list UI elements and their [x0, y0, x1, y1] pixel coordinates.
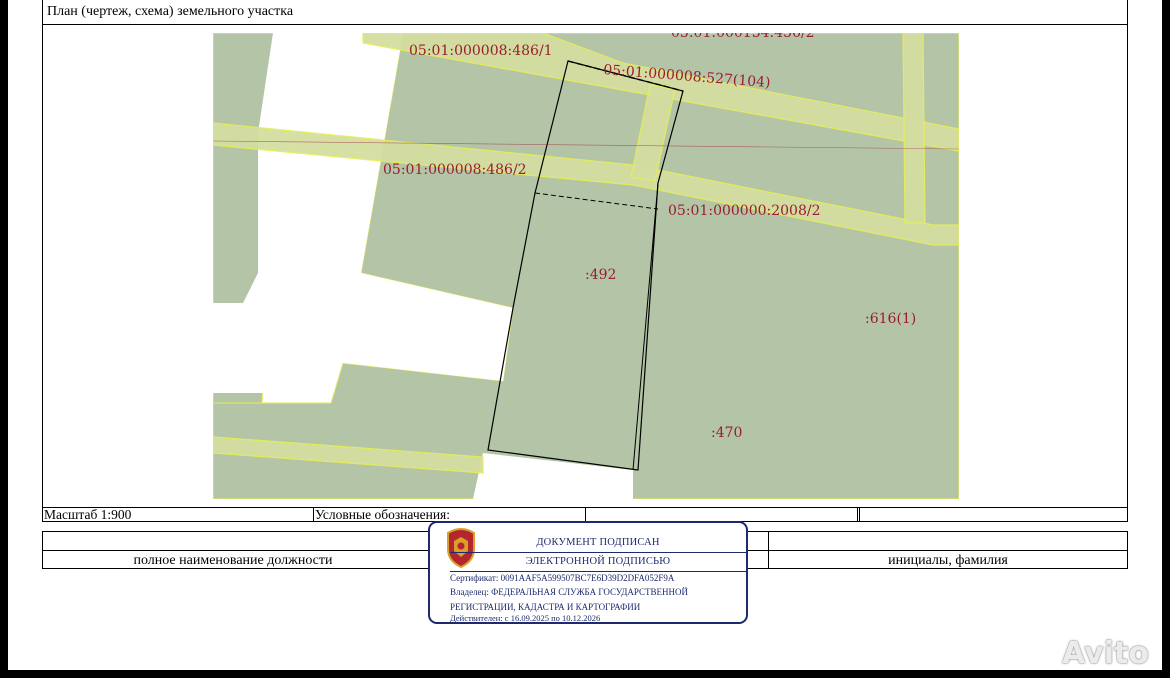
stamp-line2: ЭЛЕКТРОННОЙ ПОДПИСЬЮ [525, 556, 671, 567]
label-2008: 05:01:000000:2008/2 [668, 203, 820, 219]
cadastral-map: 05:01:000008:486/1 05:01:000154:456/2 05… [213, 33, 959, 499]
stamp-line1: ДОКУМЕНТ ПОДПИСАН [536, 537, 660, 548]
label-492: :492 [585, 267, 616, 283]
parcel-areas [213, 33, 959, 499]
stamp-owner-2: РЕГИСТРАЦИИ, КАДАСТРА И КАРТОГРАФИИ [450, 602, 641, 612]
avito-watermark: Avito [1062, 636, 1149, 671]
plan-title: План (чертеж, схема) земельного участка [42, 0, 1128, 25]
label-470: :470 [711, 425, 742, 441]
scale-label: Масштаб 1:900 [44, 507, 132, 522]
scale-cell: Масштаб 1:900 [43, 507, 314, 522]
legend-cell: Условные обозначения: [314, 507, 586, 522]
name-label: инициалы, фамилия [888, 553, 1008, 568]
position-label: полное наименование должности [133, 553, 333, 568]
label-486-2: 05:01:000008:486/2 [383, 162, 527, 178]
stamp-certificate: Сертификат: 0091AAF5A599507BC7E6D39D2DFA… [450, 573, 675, 583]
document-page: План (чертеж, схема) земельного участка … [8, 0, 1162, 670]
legend-cell-empty-2 [858, 508, 860, 521]
scale-legend-row: Масштаб 1:900 Условные обозначения: [42, 507, 1128, 522]
label-top-cut: 05:01:000154:456/2 [671, 33, 815, 41]
legend-label: Условные обозначения: [315, 507, 451, 522]
e-signature-stamp: ДОКУМЕНТ ПОДПИСАН ЭЛЕКТРОННОЙ ПОДПИСЬЮ С… [428, 521, 748, 624]
label-616: :616(1) [865, 311, 916, 327]
rosreestr-emblem-icon [447, 528, 475, 569]
label-486-1: 05:01:000008:486/1 [409, 43, 553, 59]
stamp-validity: Действителен: с 16.09.2025 по 10.12.2026 [450, 613, 601, 623]
road-vertical-right [902, 33, 926, 224]
legend-cell-empty-1 [586, 508, 858, 521]
stamp-owner-1: Владелец: ФЕДЕРАЛЬНАЯ СЛУЖБА ГОСУДАРСТВЕ… [450, 587, 689, 597]
